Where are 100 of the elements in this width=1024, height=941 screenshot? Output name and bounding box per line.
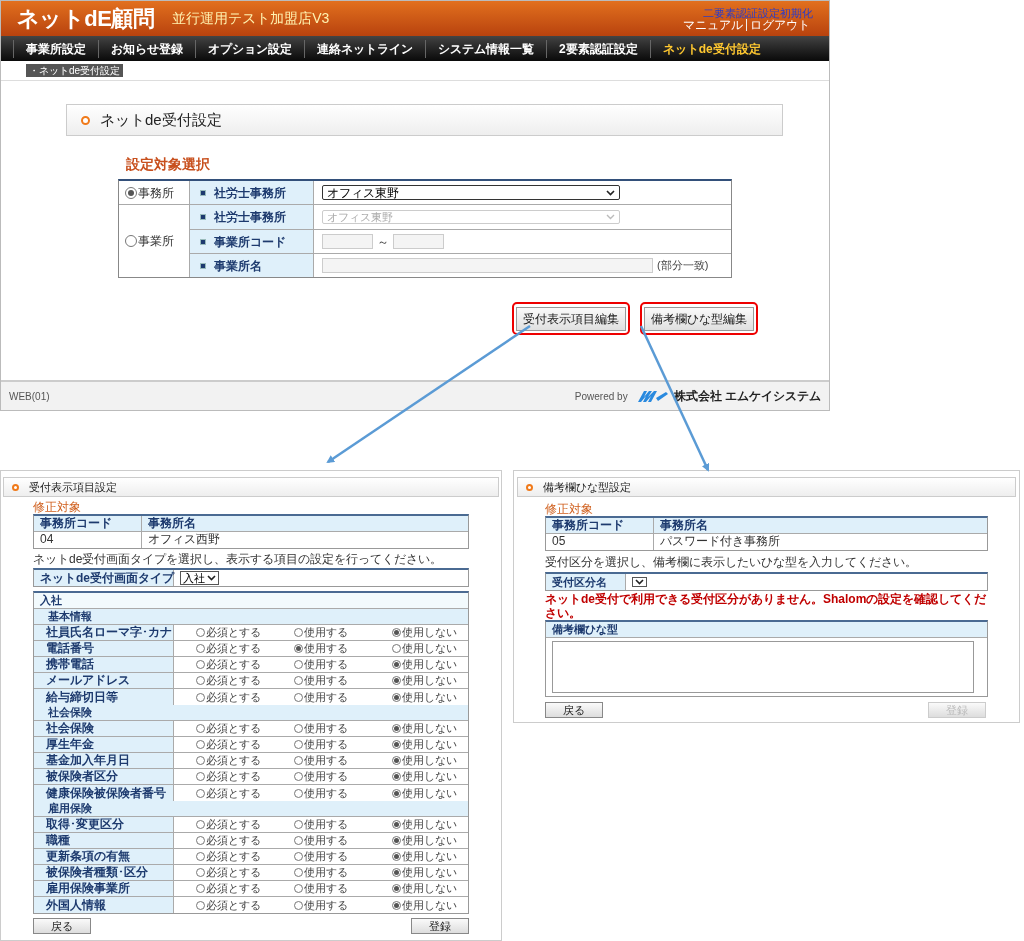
radio-button[interactable] xyxy=(294,756,303,765)
radio-button[interactable] xyxy=(196,628,205,637)
radio-button[interactable] xyxy=(196,740,205,749)
bullet-icon xyxy=(200,189,206,196)
option-label: 必須とする xyxy=(206,658,261,671)
action-button[interactable]: 備考欄ひな型編集 xyxy=(644,307,754,331)
radio-button[interactable] xyxy=(392,788,401,798)
radio-button[interactable] xyxy=(294,628,303,637)
panel-button[interactable]: 戻る xyxy=(545,702,603,718)
nav-tab[interactable]: 連絡ネットライン xyxy=(304,39,425,58)
radio-button[interactable] xyxy=(392,884,401,893)
radio-button[interactable] xyxy=(294,900,303,910)
radio-button[interactable] xyxy=(196,788,205,798)
radio-button[interactable] xyxy=(392,836,401,845)
radio-button[interactable] xyxy=(392,852,401,861)
option-label: 使用しない xyxy=(402,738,457,751)
radio-button[interactable] xyxy=(392,644,401,653)
nav-tab[interactable]: お知らせ登録 xyxy=(98,39,195,58)
radio-button[interactable] xyxy=(294,644,303,653)
option-label: 必須とする xyxy=(206,738,261,751)
radio-label: 事業所 xyxy=(138,233,174,250)
radio-button[interactable] xyxy=(392,820,401,829)
error-message: ネットde受付で利用できる受付区分がありません。Shalomの設定を確認してください。 xyxy=(545,592,988,620)
section-heading: 設定対象選択 xyxy=(126,155,211,174)
radio-button[interactable] xyxy=(125,235,137,247)
bullet-icon xyxy=(526,483,533,491)
nav-tab[interactable]: 2要素認証設定 xyxy=(546,39,650,58)
radio-button[interactable] xyxy=(196,644,205,653)
category-select[interactable] xyxy=(632,577,647,587)
nav-tab[interactable]: ネットde受付設定 xyxy=(649,39,773,58)
radio-button[interactable] xyxy=(392,740,401,749)
radio-button[interactable] xyxy=(294,660,303,669)
radio-button[interactable] xyxy=(294,868,303,877)
radio-button[interactable] xyxy=(294,884,303,893)
option-label: 使用しない xyxy=(402,786,457,800)
nav-tab[interactable]: システム情報一覧 xyxy=(425,39,546,58)
radio-button[interactable] xyxy=(196,676,205,685)
nav-tab[interactable]: オプション設定 xyxy=(195,39,304,58)
radio-button[interactable] xyxy=(294,836,303,845)
radio-button[interactable] xyxy=(392,628,401,637)
office-select[interactable]: オフィス東野 xyxy=(322,185,620,200)
header-link[interactable]: マニュアル xyxy=(680,18,746,31)
radio-button[interactable] xyxy=(294,788,303,798)
item-label: 職種 xyxy=(46,834,70,847)
radio-button[interactable] xyxy=(196,772,205,781)
nav-tab[interactable]: 事業所設定 xyxy=(13,39,98,58)
radio-button[interactable] xyxy=(294,676,303,685)
radio-button[interactable] xyxy=(392,772,401,781)
column-header: 事務所コード xyxy=(546,518,654,533)
option-label: 使用しない xyxy=(402,722,457,735)
option-label: 使用しない xyxy=(402,850,457,863)
radio-button[interactable] xyxy=(125,186,137,199)
radio-button[interactable] xyxy=(294,692,303,702)
radio-button[interactable] xyxy=(196,756,205,765)
bullet-icon xyxy=(81,115,90,125)
panel-button[interactable]: 登録 xyxy=(411,918,469,934)
radio-button[interactable] xyxy=(392,724,401,733)
logo: ネットdE顧問 xyxy=(17,5,155,33)
powered-by: Powered by xyxy=(574,389,628,404)
radio-button[interactable] xyxy=(196,836,205,845)
range-separator: ～ xyxy=(377,233,389,251)
option-label: 必須とする xyxy=(206,834,261,847)
radio-button[interactable] xyxy=(196,900,205,910)
item-label: 基金加入年月日 xyxy=(46,754,130,767)
radio-button[interactable] xyxy=(294,740,303,749)
template-textarea[interactable] xyxy=(552,641,974,693)
category-heading: 基本情報 xyxy=(48,610,92,623)
radio-button[interactable] xyxy=(196,724,205,733)
radio-button[interactable] xyxy=(294,724,303,733)
panel-button[interactable]: 戻る xyxy=(33,918,91,934)
radio-button[interactable] xyxy=(392,692,401,702)
option-label: 使用する xyxy=(304,658,348,671)
radio-button[interactable] xyxy=(196,820,205,829)
radio-button[interactable] xyxy=(392,868,401,877)
column-header: 事務所名 xyxy=(147,516,197,531)
action-button[interactable]: 受付表示項目編集 xyxy=(516,307,626,331)
radio-button[interactable] xyxy=(196,692,205,702)
radio-button[interactable] xyxy=(196,884,205,893)
header-link[interactable]: ログアウト xyxy=(746,18,813,31)
radio-button[interactable] xyxy=(392,660,401,669)
option-label: 必須とする xyxy=(206,850,261,863)
option-label: 使用する xyxy=(304,738,348,751)
radio-button[interactable] xyxy=(196,660,205,669)
option-label: 使用しない xyxy=(402,834,457,847)
subsection-title: 修正対象 xyxy=(545,503,594,516)
table-cell-text: オフィス西野 xyxy=(147,532,221,548)
instruction-text: ネットde受付画面タイプを選択し、表示する項目の設定を行ってください。 xyxy=(33,552,444,566)
field-label: 事業所コード xyxy=(214,233,286,251)
radio-button[interactable] xyxy=(294,772,303,781)
radio-button[interactable] xyxy=(392,676,401,685)
radio-button[interactable] xyxy=(392,900,401,910)
field-label: ネットde受付画面タイプ xyxy=(34,570,174,586)
type-select[interactable]: 入社 xyxy=(180,571,219,585)
option-label: 使用する xyxy=(304,898,348,912)
radio-button[interactable] xyxy=(392,756,401,765)
radio-button[interactable] xyxy=(196,852,205,861)
option-label: 必須とする xyxy=(206,642,261,655)
radio-button[interactable] xyxy=(196,868,205,877)
radio-button[interactable] xyxy=(294,852,303,861)
radio-button[interactable] xyxy=(294,820,303,829)
